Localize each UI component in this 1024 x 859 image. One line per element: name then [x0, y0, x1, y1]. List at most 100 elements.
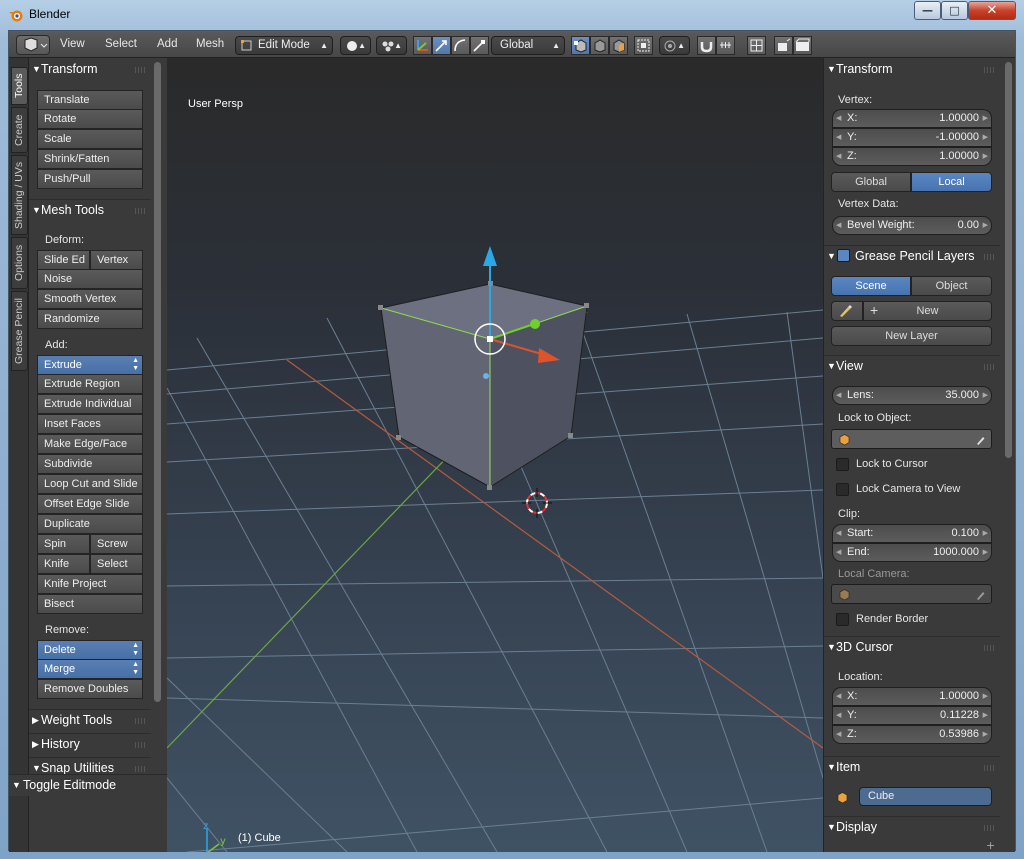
slide-vertex-button[interactable]: Vertex [90, 250, 143, 270]
inset-faces-button[interactable]: Inset Faces [37, 414, 143, 434]
noise-button[interactable]: Noise [37, 269, 143, 289]
proportional-edit-dropdown[interactable]: ▲▼ [659, 36, 690, 67]
pivot-dropdown[interactable]: ▲▼ [376, 36, 407, 67]
offset-edge-slide-button[interactable]: Offset Edge Slide [37, 494, 143, 514]
duplicate-button[interactable]: Duplicate [37, 514, 143, 534]
cursor-x-field[interactable]: ◀ X: 1.00000 ▶ [832, 687, 992, 706]
smooth-vertex-button[interactable]: Smooth Vertex [37, 289, 143, 309]
tab-shading-uvs[interactable]: Shading / UVs [11, 155, 28, 235]
tab-options[interactable]: Options [11, 237, 28, 289]
screw-button[interactable]: Screw [90, 534, 143, 554]
grease-object-toggle[interactable]: Object [911, 276, 992, 296]
tab-create[interactable]: Create [11, 107, 28, 153]
limit-selection-button[interactable] [634, 36, 653, 55]
slide-edge-button[interactable]: Slide Ed [37, 250, 90, 270]
make-edge-face-button[interactable]: Make Edge/Face [37, 434, 143, 454]
face-select-button[interactable] [609, 36, 628, 55]
lock-to-cursor-checkbox[interactable] [836, 458, 849, 471]
lens-field[interactable]: ◀ Lens: 35.000 ▶ [832, 386, 992, 405]
opengl-render-button[interactable] [774, 36, 793, 55]
view-panel-header[interactable]: ▼ View [824, 355, 1000, 377]
extrude-region-button[interactable]: Extrude Region [37, 374, 143, 394]
vertex-y-field[interactable]: ◀ Y: -1.00000 ▶ [832, 128, 992, 147]
menu-mesh[interactable]: Mesh [196, 38, 224, 50]
display-panel-header[interactable]: ▼ Display [824, 816, 1000, 838]
toolshelf-scrollbar[interactable] [154, 62, 161, 702]
opengl-render-animation-button[interactable] [793, 36, 812, 55]
menu-add[interactable]: Add [157, 38, 177, 50]
bevel-weight-field[interactable]: ◀ Bevel Weight: 0.00 ▶ [832, 216, 992, 235]
region-expand-icon[interactable]: + [986, 839, 995, 852]
remove-doubles-button[interactable]: Remove Doubles [37, 679, 143, 699]
scale-manipulator-button[interactable] [470, 36, 489, 55]
bisect-button[interactable]: Bisect [37, 594, 143, 614]
scale-button[interactable]: Scale [37, 129, 143, 149]
merge-dropdown[interactable]: Merge ▲ ▼ [37, 659, 143, 679]
render-border-checkbox[interactable] [836, 613, 849, 626]
global-toggle[interactable]: Global [831, 172, 911, 192]
drag-handle-icon[interactable] [984, 254, 996, 260]
grease-scene-toggle[interactable]: Scene [831, 276, 911, 296]
editor-type-button[interactable] [16, 35, 50, 55]
drag-handle-icon[interactable] [135, 67, 147, 73]
snap-toggle-button[interactable] [697, 36, 716, 55]
push-pull-button[interactable]: Push/Pull [37, 169, 143, 189]
extrude-dropdown[interactable]: Extrude ▲ ▼ [37, 355, 143, 375]
drag-handle-icon[interactable] [984, 364, 996, 370]
grease-pencil-layers-panel-header[interactable]: ▼ Grease Pencil Layers [824, 245, 1000, 267]
knife-project-button[interactable]: Knife Project [37, 574, 143, 594]
cursor-z-field[interactable]: ◀ Z: 0.53986 ▶ [832, 725, 992, 744]
grease-pencil-dropdown[interactable] [831, 301, 863, 321]
n-transform-panel-header[interactable]: ▼ Transform [824, 59, 1000, 81]
maximize-button[interactable]: □ [941, 1, 968, 20]
orientation-dropdown[interactable]: Global▲▼ [491, 36, 565, 67]
vertex-select-button[interactable] [571, 36, 590, 55]
drag-handle-icon[interactable] [135, 208, 147, 214]
loop-cut-slide-button[interactable]: Loop Cut and Slide [37, 474, 143, 494]
mesh-tools-panel-header[interactable]: ▼ Mesh Tools [29, 199, 151, 221]
menu-view[interactable]: View [60, 38, 85, 50]
new-grease-data-button[interactable]: + New [863, 301, 992, 321]
drag-handle-icon[interactable] [135, 718, 147, 724]
minimize-button[interactable]: — [914, 1, 941, 20]
menu-select[interactable]: Select [105, 38, 137, 50]
lock-object-field[interactable] [831, 429, 992, 449]
vertex-z-field[interactable]: ◀ Z: 1.00000 ▶ [832, 147, 992, 166]
drag-handle-icon[interactable] [984, 645, 996, 651]
drag-handle-icon[interactable] [135, 742, 147, 748]
clip-end-field[interactable]: ◀ End: 1000.000 ▶ [832, 543, 992, 562]
translate-manipulator-button[interactable] [432, 36, 451, 55]
weight-tools-panel-header[interactable]: ▶ Weight Tools [29, 709, 151, 731]
randomize-button[interactable]: Randomize [37, 309, 143, 329]
mode-dropdown[interactable]: Edit Mode▲▼ [235, 36, 333, 67]
drag-handle-icon[interactable] [984, 765, 996, 771]
shading-dropdown[interactable]: ▲▼ [340, 36, 371, 67]
translate-button[interactable]: Translate [37, 90, 143, 110]
lock-camera-checkbox[interactable] [836, 483, 849, 496]
close-button[interactable]: ✕ [968, 1, 1016, 20]
toggle-editmode-panel-header[interactable]: ▼ Toggle Editmode [9, 774, 167, 796]
drag-handle-icon[interactable] [984, 825, 996, 831]
drag-handle-icon[interactable] [984, 67, 996, 73]
vertex-x-field[interactable]: ◀ X: 1.00000 ▶ [832, 109, 992, 128]
delete-dropdown[interactable]: Delete ▲ ▼ [37, 640, 143, 660]
drag-handle-icon[interactable] [135, 766, 147, 772]
transform-panel-header[interactable]: ▼ Transform [29, 59, 151, 81]
knife-select-button[interactable]: Select [90, 554, 143, 574]
new-layer-button[interactable]: New Layer [831, 326, 992, 346]
snap-element-button[interactable] [716, 36, 735, 55]
3d-viewport[interactable]: z y x User Persp (1) Cube [167, 58, 823, 852]
extrude-individual-button[interactable]: Extrude Individual [37, 394, 143, 414]
eyedropper-icon[interactable] [975, 433, 987, 446]
local-toggle[interactable]: Local [911, 172, 992, 192]
tab-grease-pencil[interactable]: Grease Pencil [11, 291, 28, 371]
history-panel-header[interactable]: ▶ History [29, 733, 151, 755]
spin-button[interactable]: Spin [37, 534, 90, 554]
rotate-manipulator-button[interactable] [451, 36, 470, 55]
cursor-y-field[interactable]: ◀ Y: 0.11228 ▶ [832, 706, 992, 725]
n-panel-scrollbar[interactable] [1005, 62, 1012, 458]
object-name-field[interactable]: Cube [859, 787, 992, 806]
item-panel-header[interactable]: ▼ Item [824, 756, 1000, 778]
rotate-button[interactable]: Rotate [37, 109, 143, 129]
knife-button[interactable]: Knife [37, 554, 90, 574]
